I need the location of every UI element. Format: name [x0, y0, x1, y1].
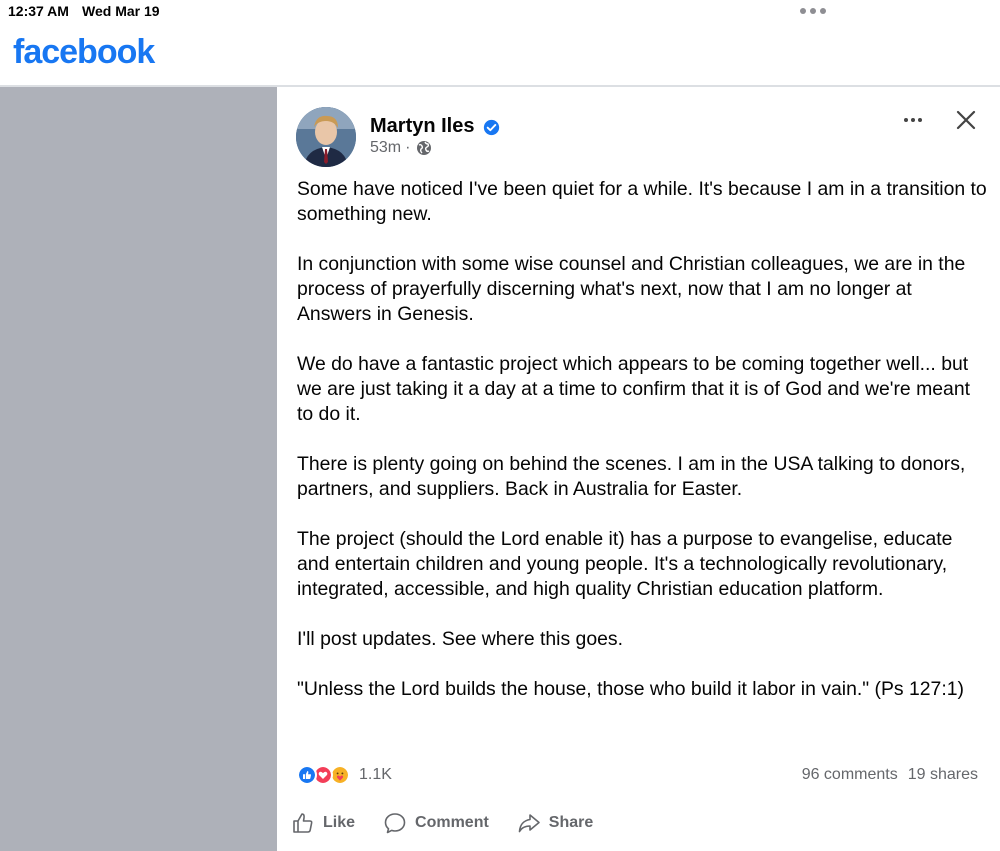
author-name[interactable]: Martyn Iles — [370, 115, 474, 138]
close-icon[interactable] — [953, 107, 979, 133]
modal-backdrop[interactable] — [0, 87, 277, 851]
post-paragraph: There is plenty going on behind the scen… — [297, 453, 966, 500]
like-reaction-icon — [297, 765, 317, 785]
care-reaction-icon — [330, 765, 350, 785]
verified-badge-icon — [483, 119, 500, 136]
comment-icon — [384, 813, 406, 834]
post-paragraph: Some have noticed I've been quiet for a … — [297, 178, 987, 225]
reactions-summary[interactable]: 1.1K — [297, 764, 392, 786]
share-button[interactable]: Share — [517, 811, 593, 835]
post-text: Some have noticed I've been quiet for a … — [297, 177, 987, 727]
post-time[interactable]: 53m — [370, 139, 401, 157]
shares-count[interactable]: 19 shares — [908, 766, 978, 784]
app-header: facebook — [0, 26, 1000, 86]
post-paragraph: The project (should the Lord enable it) … — [297, 528, 953, 600]
share-label: Share — [548, 814, 594, 831]
post-paragraph: "Unless the Lord builds the house, those… — [297, 678, 964, 700]
post-paragraph: In conjunction with some wise counsel an… — [297, 253, 966, 325]
facebook-logo[interactable]: facebook — [13, 33, 155, 72]
more-options-icon[interactable] — [898, 109, 928, 131]
like-button[interactable]: Like — [291, 811, 355, 835]
reaction-icons — [297, 765, 355, 785]
thumbs-up-icon — [293, 813, 313, 833]
comments-count[interactable]: 96 comments — [802, 766, 898, 784]
post-paragraph: We do have a fantastic project which app… — [297, 353, 971, 425]
status-bar: 12:37 AM Wed Mar 19 — [0, 0, 1000, 26]
multitask-dots-icon[interactable] — [800, 8, 828, 16]
globe-icon — [417, 141, 432, 155]
share-icon — [518, 814, 540, 833]
reaction-count: 1.1K — [359, 766, 392, 783]
post-paragraph: I'll post updates. See where this goes. — [297, 628, 623, 650]
comment-label: Comment — [415, 814, 489, 831]
engagement-counts: 96 comments 19 shares — [802, 766, 978, 784]
like-label: Like — [323, 814, 356, 831]
post-actions: Like Comment Share — [291, 809, 621, 837]
post-meta: 53m · — [370, 139, 432, 157]
post-panel: Martyn Iles 53m · Some have noticed I've… — [277, 87, 1000, 851]
author-avatar[interactable] — [296, 107, 356, 167]
comment-button[interactable]: Comment — [383, 811, 489, 835]
meta-separator: · — [405, 139, 411, 156]
status-time: 12:37 AM — [8, 3, 69, 19]
status-date: Wed Mar 19 — [82, 3, 160, 19]
